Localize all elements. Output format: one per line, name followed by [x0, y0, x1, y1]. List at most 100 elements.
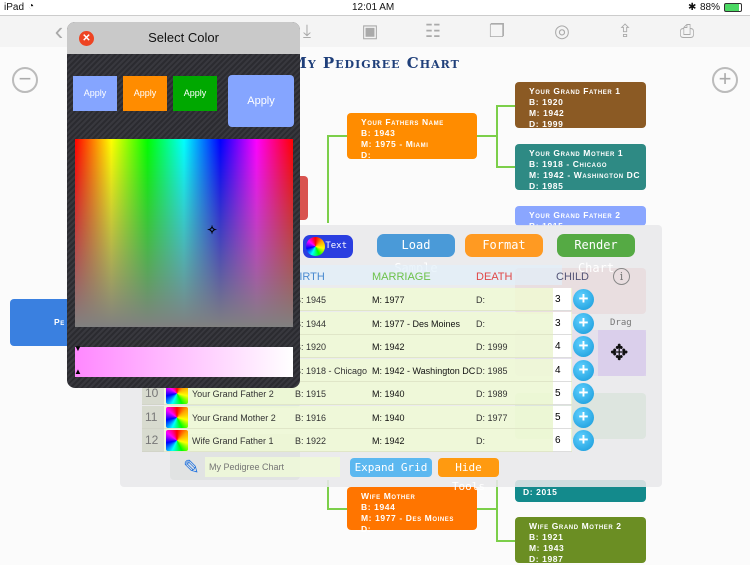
- battery-percent: 88%: [700, 2, 721, 13]
- connector: [496, 166, 515, 168]
- cell-marriage[interactable]: M: 1940: [372, 413, 405, 423]
- windows-icon[interactable]: ❐: [486, 20, 508, 42]
- drag-handle[interactable]: Drag ✥: [598, 318, 646, 376]
- row-number: 10: [145, 386, 159, 400]
- add-child-icon[interactable]: +: [573, 359, 594, 381]
- info-icon[interactable]: i: [613, 268, 630, 285]
- cell-marriage[interactable]: M: 1977 - Des Moines: [372, 319, 460, 329]
- add-child-icon[interactable]: +: [573, 406, 594, 428]
- person-box[interactable]: Wife Grand Mother 2 B: 1921 M: 1943 D: 1987: [515, 517, 646, 564]
- box-line: B: 1943: [361, 128, 396, 138]
- popover-header: ✕ Select Color: [67, 22, 300, 54]
- apply-main-button[interactable]: Apply: [228, 75, 294, 127]
- header-marriage: MARRIAGE: [372, 271, 431, 283]
- add-child-icon[interactable]: +: [573, 383, 594, 404]
- box-line: Your Fathers Name: [361, 117, 444, 127]
- box-line: Your Grand Father 2: [529, 210, 621, 220]
- zoom-out-icon[interactable]: −: [12, 67, 38, 93]
- crosshair-icon[interactable]: ✧: [207, 223, 217, 237]
- move-icon: ✥: [610, 340, 629, 365]
- cell-death[interactable]: D: 1977: [476, 413, 508, 423]
- apply-swatch-2[interactable]: Apply: [123, 76, 167, 111]
- format-button[interactable]: Format: [465, 234, 543, 257]
- row-number: 12: [145, 433, 159, 447]
- box-line: Your Grand Mother 1: [529, 148, 624, 158]
- person-box[interactable]: Your Fathers Name B: 1943 M: 1975 - Miami D…: [347, 113, 477, 160]
- slider-marker-bottom-icon[interactable]: ▲: [74, 367, 82, 376]
- drag-label: Drag: [610, 318, 632, 328]
- box-line: D: 1999: [529, 119, 564, 129]
- cell-child[interactable]: 3: [553, 288, 571, 311]
- load-sample-button[interactable]: Load Sample: [377, 234, 455, 275]
- box-line: D:: [361, 524, 372, 534]
- box-line: B: 1944: [361, 502, 396, 512]
- chart-name-input[interactable]: [205, 457, 340, 477]
- cell-child[interactable]: 4: [553, 335, 571, 358]
- cell-birth[interactable]: B: 1915: [295, 389, 326, 399]
- connector: [477, 508, 497, 510]
- printer-icon[interactable]: ⎙: [676, 20, 698, 42]
- cell-child[interactable]: 6: [553, 429, 571, 452]
- cell-name[interactable]: Your Grand Father 2: [192, 389, 274, 399]
- cell-death[interactable]: D: 1989: [476, 389, 508, 399]
- apply-swatch-1[interactable]: Apply: [73, 76, 117, 111]
- clock: 12:01 AM: [352, 2, 395, 13]
- person-box[interactable]: Your Grand Mother 1 B: 1918 - Chicago M: 1…: [515, 144, 646, 191]
- cell-marriage[interactable]: M: 1942 - Washington DC: [372, 366, 475, 376]
- box-line: D:: [361, 150, 372, 160]
- zoom-in-icon[interactable]: +: [712, 67, 738, 93]
- cell-name[interactable]: Wife Grand Father 1: [192, 436, 274, 446]
- cell-birth[interactable]: B: 1922: [295, 436, 326, 446]
- table-row[interactable]: 12 Wife Grand Father 1 B: 1922 M: 1942 D:: [142, 429, 572, 452]
- cell-child[interactable]: 4: [553, 358, 571, 382]
- slider-marker-top-icon[interactable]: ▼: [74, 344, 82, 353]
- row-number: 11: [145, 409, 158, 424]
- connector: [327, 135, 347, 137]
- box-line: B: 1920: [529, 97, 564, 107]
- expand-grid-button[interactable]: Expand Grid: [350, 458, 432, 477]
- cell-marriage[interactable]: M: 1977: [372, 295, 405, 305]
- connector: [496, 480, 498, 541]
- cell-child[interactable]: 3: [553, 311, 571, 335]
- cell-death[interactable]: D:: [476, 436, 485, 446]
- cell-marriage[interactable]: M: 1940: [372, 389, 405, 399]
- brightness-slider[interactable]: ▼ ▲: [74, 344, 293, 377]
- cell-birth[interactable]: B: 1918 - Chicago: [295, 366, 367, 376]
- cell-name[interactable]: Your Grand Mother 2: [192, 413, 276, 423]
- cell-death[interactable]: D: 1985: [476, 366, 508, 376]
- cell-death[interactable]: D: 1999: [476, 342, 508, 352]
- share-icon[interactable]: ⇪: [614, 20, 636, 42]
- cell-child[interactable]: 5: [553, 405, 571, 429]
- cell-marriage[interactable]: M: 1942: [372, 436, 405, 446]
- cabinet-icon[interactable]: ☷: [422, 20, 444, 42]
- apply-swatch-3[interactable]: Apply: [173, 76, 217, 111]
- text-color-button[interactable]: Text: [303, 235, 353, 258]
- cell-birth[interactable]: B: 1916: [295, 413, 326, 423]
- hide-tools-button[interactable]: Hide Tools: [438, 458, 499, 493]
- connector: [496, 540, 515, 542]
- table-row[interactable]: 11 Your Grand Mother 2 B: 1916 M: 1940 D: 19…: [142, 405, 572, 429]
- color-wheel-icon[interactable]: [166, 430, 188, 451]
- close-icon[interactable]: ✕: [79, 31, 94, 46]
- box-line: M: 1942: [529, 108, 565, 118]
- add-child-icon[interactable]: +: [573, 430, 594, 451]
- color-wheel-icon[interactable]: [166, 406, 188, 428]
- camera-icon[interactable]: ◎: [551, 20, 573, 42]
- color-spectrum[interactable]: ✧: [75, 139, 293, 327]
- person-box[interactable]: Your Grand Father 1 B: 1920 M: 1942 D: 1999: [515, 82, 646, 129]
- add-child-icon[interactable]: +: [573, 336, 594, 357]
- battery-icon: [724, 3, 742, 12]
- add-child-icon[interactable]: +: [573, 289, 594, 310]
- edit-icon[interactable]: ✎: [183, 455, 200, 480]
- person-box[interactable]: Your Grand Father 2B: 1915: [515, 206, 646, 231]
- bluetooth-icon: ✱: [688, 2, 697, 13]
- render-chart-button[interactable]: Render Chart: [557, 234, 635, 275]
- cell-child[interactable]: 5: [553, 382, 571, 405]
- save-floppy-icon[interactable]: ▣: [359, 20, 381, 42]
- box-line: D: 2015: [523, 487, 558, 497]
- cell-death[interactable]: D:: [476, 295, 485, 305]
- box-line: B: 1921: [529, 532, 564, 542]
- add-child-icon[interactable]: +: [573, 312, 594, 334]
- cell-death[interactable]: D:: [476, 319, 485, 329]
- cell-marriage[interactable]: M: 1942: [372, 342, 405, 352]
